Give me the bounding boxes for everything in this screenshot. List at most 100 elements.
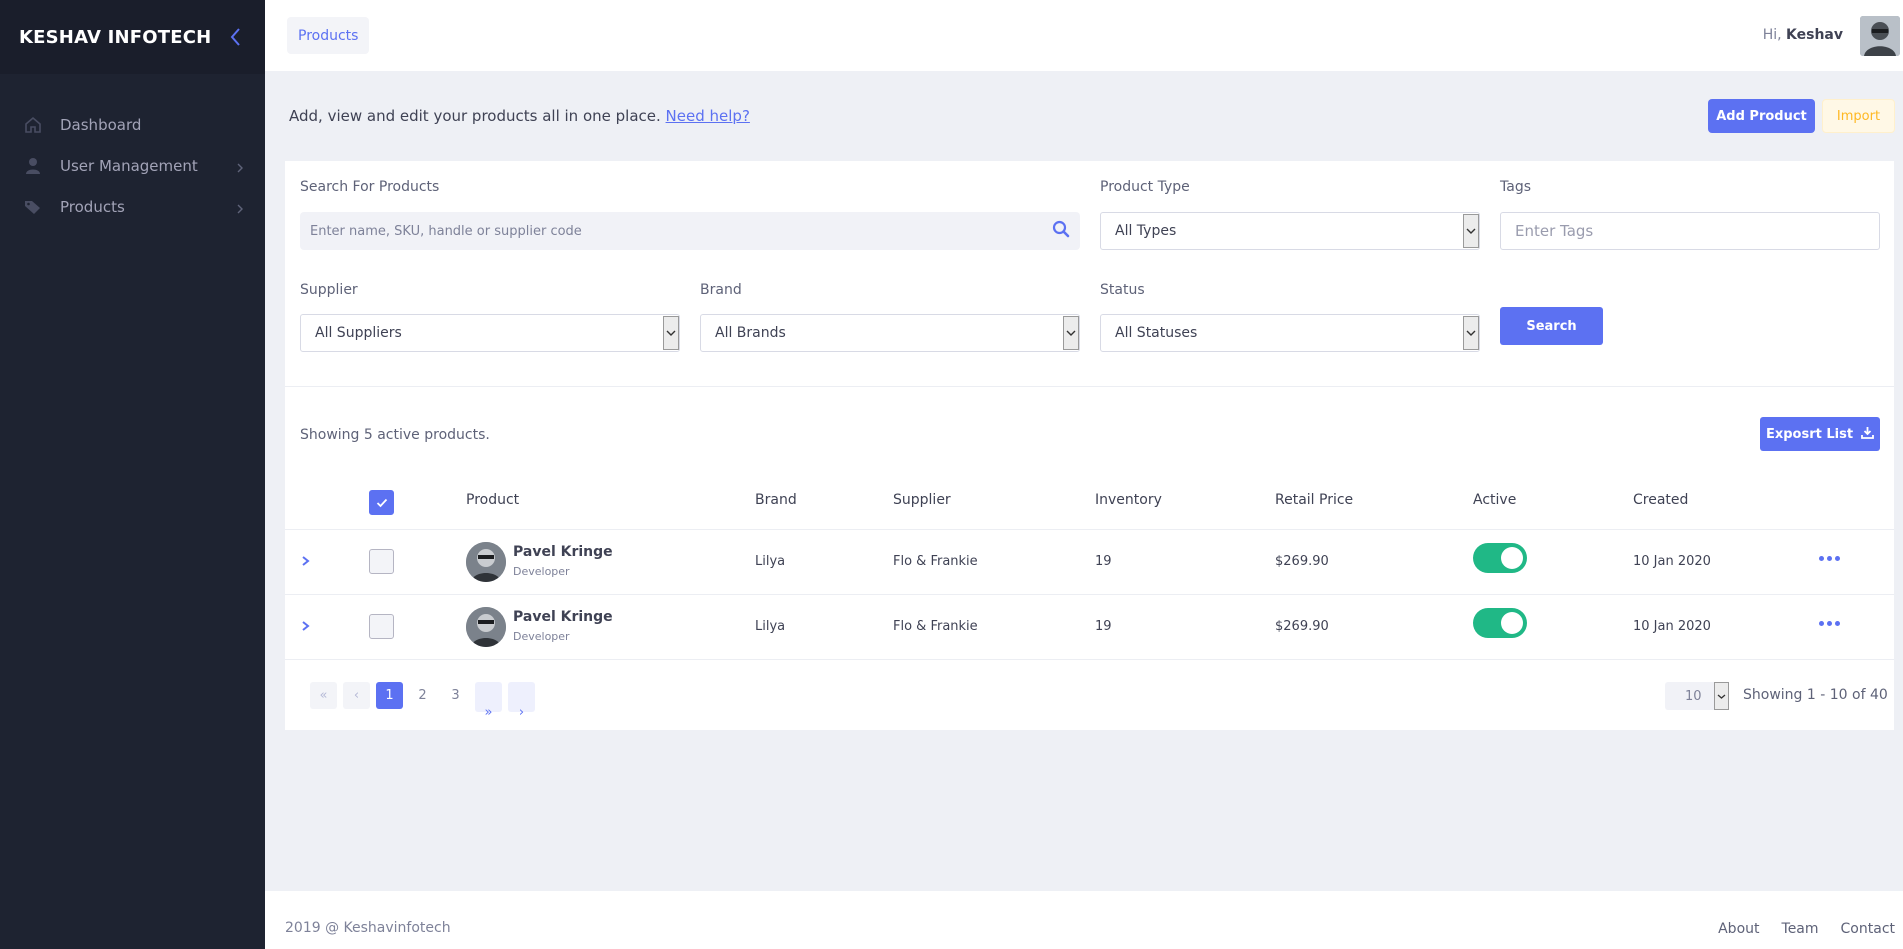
table-row: Pavel Kringe Developer Lilya Flo & Frank… [285,530,1894,594]
more-actions-icon[interactable] [1819,617,1843,629]
search-label: Search For Products [300,179,440,195]
column-header-brand[interactable]: Brand [755,492,797,508]
tags-placeholder: Enter Tags [1515,222,1594,240]
first-page-icon[interactable]: « [310,682,337,709]
chevron-right-icon[interactable] [300,619,312,633]
search-icon[interactable] [1052,220,1070,242]
column-header-created[interactable]: Created [1633,492,1688,508]
sidebar-item-label: Products [60,197,125,216]
supplier-cell: Flo & Frankie [893,554,978,569]
footer-link-contact[interactable]: Contact [1841,921,1895,937]
brand-name: KESHAV INFOTECH [19,26,212,48]
column-header-active[interactable]: Active [1473,492,1516,508]
row-checkbox[interactable] [369,549,394,574]
chevron-down-icon [1463,214,1479,248]
brand-bar: KESHAV INFOTECH [0,0,265,74]
sidebar-item-label: Dashboard [60,115,142,134]
row-checkbox[interactable] [369,614,394,639]
help-link[interactable]: Need help? [666,107,750,125]
home-icon [24,116,42,134]
sidebar-item-user-management[interactable]: User Management [0,145,265,186]
search-input[interactable]: Enter name, SKU, handle or supplier code [300,212,1080,250]
add-product-button[interactable]: Add Product [1708,99,1815,133]
export-list-button[interactable]: Exposrt List [1760,417,1880,451]
footer-link-about[interactable]: About [1718,921,1759,937]
next-page-icon[interactable]: › [508,682,535,720]
created-cell: 10 Jan 2020 [1633,619,1711,634]
chevron-left-icon[interactable] [225,25,245,49]
chevron-down-icon [1714,682,1729,710]
product-role: Developer [513,630,570,643]
search-button[interactable]: Search [1500,307,1603,345]
sidebar-nav: Dashboard User Management Products [0,74,265,227]
product-name[interactable]: Pavel Kringe [513,609,613,625]
tags-input[interactable]: Enter Tags [1500,212,1880,250]
chevron-down-icon [1063,316,1079,350]
user-name: Keshav [1786,27,1843,43]
page-button[interactable]: 3 [442,682,469,709]
sidebar-item-label: User Management [60,156,198,175]
active-toggle[interactable] [1473,543,1527,573]
column-header-product[interactable]: Product [466,492,519,508]
footer-link-team[interactable]: Team [1782,921,1819,937]
last-page-icon[interactable]: » [475,682,502,720]
tags-icon [24,198,42,216]
avatar[interactable] [1860,16,1900,56]
breadcrumb[interactable]: Products [287,17,370,54]
chevron-down-icon [1463,316,1479,350]
product-name[interactable]: Pavel Kringe [513,544,613,560]
prev-page-icon[interactable]: ‹ [343,682,370,709]
inventory-cell: 19 [1095,619,1112,634]
more-actions-icon[interactable] [1819,552,1843,564]
page-size-select[interactable]: 10 [1665,682,1729,710]
user-icon [24,157,42,175]
brand-value: All Brands [715,325,786,341]
select-all-checkbox[interactable] [369,490,394,515]
page-button[interactable]: 1 [376,682,403,709]
import-button[interactable]: Import [1822,99,1895,133]
brand-cell: Lilya [755,619,786,634]
supplier-value: All Suppliers [315,325,402,341]
page-button[interactable]: 2 [409,682,436,709]
status-select[interactable]: All Statuses [1100,314,1480,352]
product-role: Developer [513,565,570,578]
product-type-select[interactable]: All Types [1100,212,1480,250]
chevron-right-icon[interactable] [300,554,312,568]
pagination-info: Showing 1 - 10 of 40 [1743,687,1888,703]
divider [285,386,1894,387]
brand-select[interactable]: All Brands [700,314,1080,352]
product-type-value: All Types [1115,223,1177,239]
table-row: Pavel Kringe Developer Lilya Flo & Frank… [285,595,1894,659]
topbar: Products Hi, Keshav [265,0,1903,71]
subheader-description: Add, view and edit your products all in … [289,107,661,125]
row-divider [285,659,1894,660]
toggle-knob [1501,612,1523,634]
column-header-inventory[interactable]: Inventory [1095,492,1162,508]
chevron-right-icon [235,161,245,172]
status-value: All Statuses [1115,325,1198,341]
toggle-knob [1501,547,1523,569]
avatar [466,542,506,582]
search-placeholder: Enter name, SKU, handle or supplier code [310,223,582,239]
chevron-down-icon [663,316,679,350]
active-toggle[interactable] [1473,608,1527,638]
brand-label: Brand [700,282,742,298]
sidebar: KESHAV INFOTECH Dashboard User Managemen… [0,0,265,949]
status-label: Status [1100,282,1145,298]
export-label: Exposrt List [1765,426,1854,442]
supplier-label: Supplier [300,282,358,298]
greeting-text: Hi, [1762,27,1782,43]
supplier-select[interactable]: All Suppliers [300,314,680,352]
column-header-retail-price[interactable]: Retail Price [1275,492,1353,508]
subheader-text: Add, view and edit your products all in … [289,107,750,125]
column-header-supplier[interactable]: Supplier [893,492,951,508]
inventory-cell: 19 [1095,554,1112,569]
price-cell: $269.90 [1275,619,1329,634]
product-type-label: Product Type [1100,179,1190,195]
download-icon [1861,426,1874,443]
created-cell: 10 Jan 2020 [1633,554,1711,569]
sidebar-item-dashboard[interactable]: Dashboard [0,104,265,145]
price-cell: $269.90 [1275,554,1329,569]
sidebar-item-products[interactable]: Products [0,186,265,227]
user-greeting: Hi, Keshav [1763,27,1843,43]
